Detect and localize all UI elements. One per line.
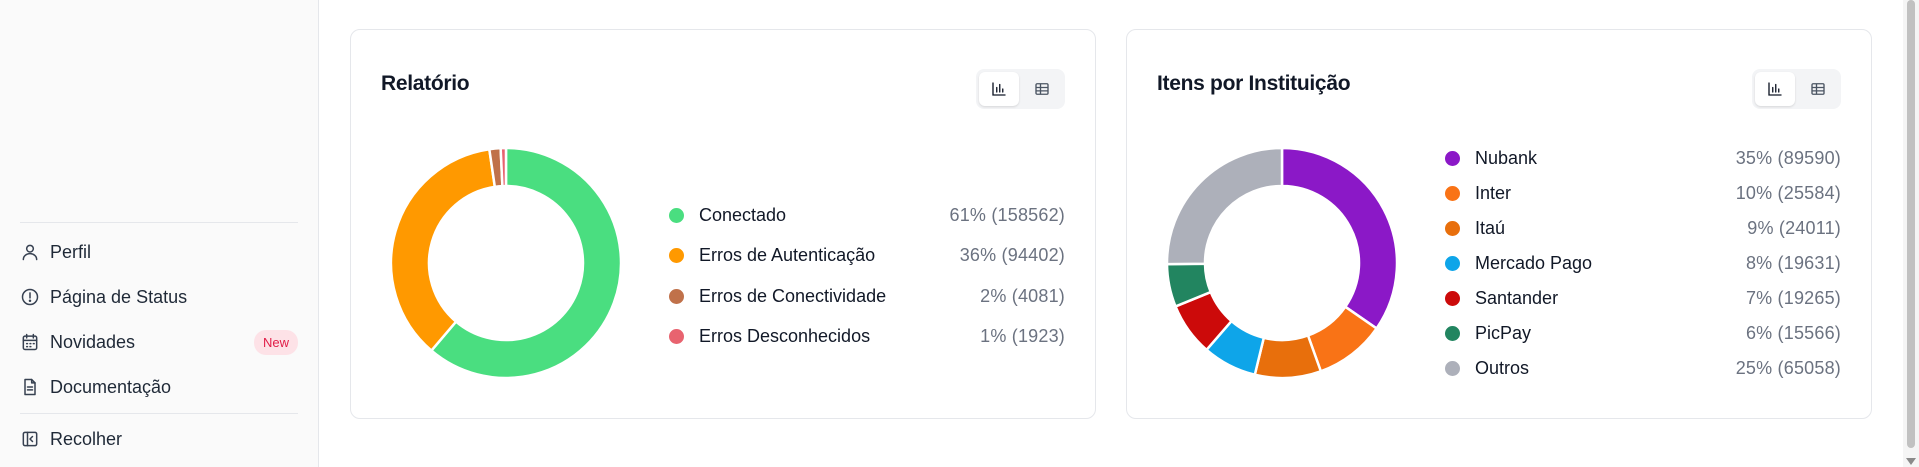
legend-label: Inter bbox=[1475, 182, 1512, 203]
donut-slice-erros-de-autentica-o[interactable] bbox=[391, 148, 497, 352]
institutions-donut-chart bbox=[1167, 148, 1397, 378]
bar-chart-icon bbox=[1768, 82, 1782, 96]
legend-color-dot bbox=[669, 329, 684, 344]
legend-color-dot bbox=[1445, 185, 1460, 201]
collapse-sidebar-button[interactable]: Recolher bbox=[20, 421, 298, 457]
legend-item[interactable]: Conectado 61% (158562) bbox=[669, 202, 1065, 228]
collapse-sidebar-icon bbox=[22, 431, 38, 447]
legend-color-dot bbox=[669, 207, 684, 223]
legend-item[interactable]: Erros Desconhecidos 1% (1923) bbox=[669, 324, 1065, 350]
legend-label: Erros de Conectividade bbox=[699, 285, 887, 306]
sidebar-item-status[interactable]: Página de Status bbox=[20, 279, 298, 315]
legend-color-dot bbox=[669, 288, 684, 304]
collapse-label: Recolher bbox=[50, 428, 123, 449]
legend-item[interactable]: Mercado Pago 8% (19631) bbox=[1445, 250, 1841, 276]
user-icon bbox=[22, 244, 38, 261]
sidebar-divider bbox=[20, 222, 298, 223]
legend-value: 61% (158562) bbox=[949, 204, 1065, 225]
legend-label: PicPay bbox=[1475, 322, 1532, 343]
view-toggle bbox=[1752, 69, 1841, 109]
sidebar-item-novidades[interactable]: Novidades New bbox=[20, 324, 298, 360]
document-icon bbox=[24, 378, 36, 396]
donut-slice-erros-desconhecidos[interactable] bbox=[499, 148, 508, 188]
donut-slice-outros[interactable] bbox=[1167, 148, 1284, 266]
legend-color-dot bbox=[1445, 360, 1460, 376]
table-view-button[interactable] bbox=[1798, 72, 1838, 106]
table-icon bbox=[1035, 83, 1049, 95]
sidebar-item-label: Perfil bbox=[50, 241, 92, 262]
sidebar-divider bbox=[20, 413, 298, 414]
chart-legend: Conectado 61% (158562) Erros de Autenticaç… bbox=[669, 202, 1065, 346]
donut-slice-nubank[interactable] bbox=[1280, 148, 1397, 330]
legend-item[interactable]: Itaú 9% (24011) bbox=[1445, 215, 1841, 241]
vertical-scrollbar[interactable] bbox=[1903, 0, 1919, 467]
legend-value: 2% (4081) bbox=[980, 285, 1065, 306]
sidebar-item-perfil[interactable]: Perfil bbox=[20, 234, 298, 270]
legend-label: Itaú bbox=[1475, 217, 1506, 238]
chart-legend: Nubank 35% (89590) Inter 10% (25584) Itaú 9% … bbox=[1445, 145, 1841, 378]
card-title: Relatório bbox=[381, 72, 470, 95]
legend-label: Mercado Pago bbox=[1475, 252, 1593, 273]
legend-value: 35% (89590) bbox=[1735, 147, 1841, 168]
status-donut-chart bbox=[391, 148, 621, 378]
legend-value: 25% (65058) bbox=[1735, 357, 1841, 378]
legend-item[interactable]: Outros 25% (65058) bbox=[1445, 355, 1841, 381]
legend-color-dot bbox=[669, 248, 684, 263]
table-icon bbox=[1811, 83, 1825, 95]
legend-value: 36% (94402) bbox=[959, 245, 1065, 265]
view-toggle bbox=[976, 69, 1065, 109]
chart-view-button[interactable] bbox=[1755, 72, 1795, 106]
scrollbar-thumb[interactable] bbox=[1907, 0, 1915, 448]
legend-color-dot bbox=[1445, 325, 1460, 341]
card-title: Itens por Instituição bbox=[1157, 72, 1351, 95]
legend-label: Erros Desconhecidos bbox=[699, 326, 871, 346]
legend-item[interactable]: Santander 7% (19265) bbox=[1445, 285, 1841, 311]
report-card: Relatório Conectado 61% (158562) Erros de … bbox=[350, 29, 1096, 419]
legend-label: Outros bbox=[1475, 357, 1530, 378]
new-badge: New bbox=[253, 329, 298, 355]
legend-label: Nubank bbox=[1475, 147, 1538, 168]
legend-color-dot bbox=[1445, 150, 1460, 166]
sidebar-item-label: Novidades bbox=[50, 331, 136, 352]
legend-value: 8% (19631) bbox=[1745, 252, 1841, 273]
bar-chart-icon bbox=[992, 82, 1006, 96]
legend-item[interactable]: Nubank 35% (89590) bbox=[1445, 145, 1841, 171]
legend-label: Santander bbox=[1475, 287, 1559, 308]
institutions-card: Itens por Instituição Nubank 35% (89590) I… bbox=[1126, 29, 1872, 419]
legend-value: 1% (1923) bbox=[980, 326, 1065, 346]
donut-slice-ita-[interactable] bbox=[1253, 334, 1323, 378]
legend-item[interactable]: Erros de Autenticação 36% (94402) bbox=[669, 243, 1065, 269]
chart-view-button[interactable] bbox=[979, 72, 1019, 106]
table-view-button[interactable] bbox=[1022, 72, 1062, 106]
alert-circle-icon bbox=[21, 288, 39, 306]
legend-value: 7% (19265) bbox=[1745, 287, 1841, 308]
sidebar-item-label: Página de Status bbox=[50, 286, 188, 307]
sidebar-item-documentacao[interactable]: Documentação bbox=[20, 369, 298, 405]
legend-item[interactable]: Inter 10% (25584) bbox=[1445, 180, 1841, 206]
legend-value: 9% (24011) bbox=[1747, 217, 1841, 238]
sidebar-item-label: Documentação bbox=[50, 376, 172, 397]
sidebar: Perfil Página de Status Novidades New Do… bbox=[0, 0, 319, 467]
legend-color-dot bbox=[1445, 220, 1460, 236]
legend-value: 10% (25584) bbox=[1735, 182, 1841, 203]
legend-value: 6% (15566) bbox=[1745, 322, 1841, 343]
legend-color-dot bbox=[1445, 255, 1460, 271]
legend-item[interactable]: Erros de Conectividade 2% (4081) bbox=[669, 283, 1065, 309]
legend-item[interactable]: PicPay 6% (15566) bbox=[1445, 320, 1841, 346]
app-root: Perfil Página de Status Novidades New Do… bbox=[0, 0, 1919, 467]
calendar-icon bbox=[22, 333, 38, 351]
legend-color-dot bbox=[1445, 290, 1460, 306]
scroll-down-arrow-icon[interactable] bbox=[1906, 458, 1916, 465]
legend-label: Conectado bbox=[699, 204, 787, 225]
legend-label: Erros de Autenticação bbox=[699, 245, 876, 265]
